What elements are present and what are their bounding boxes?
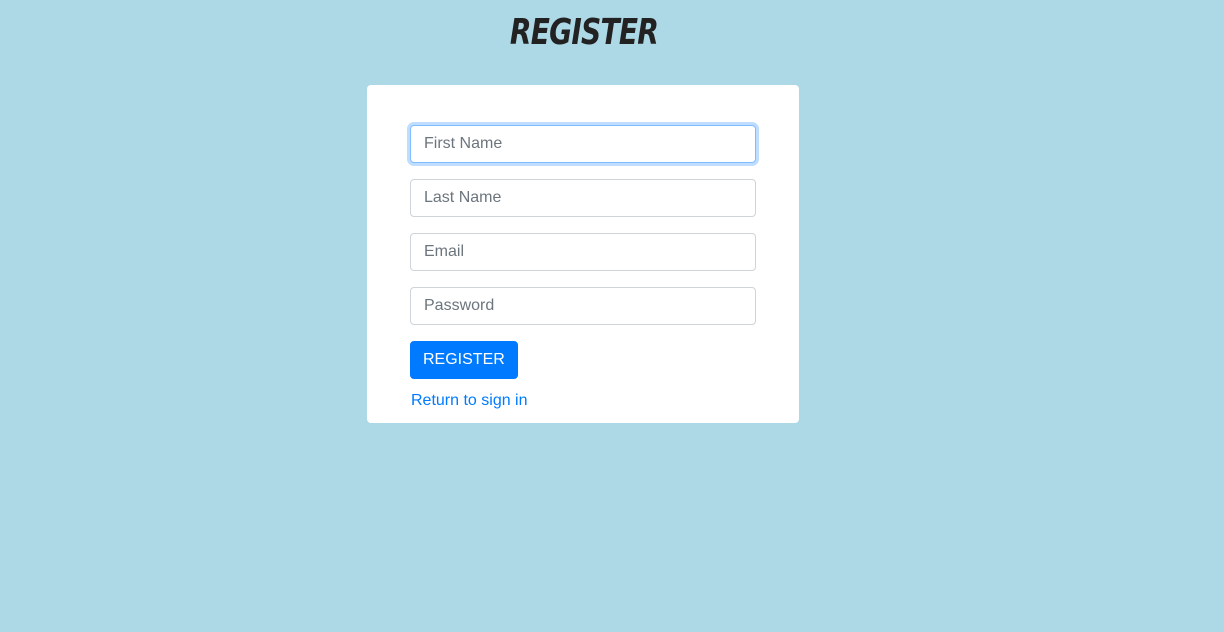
first-name-input[interactable] (410, 125, 756, 163)
register-page: REGISTER REGISTER Return to sign in (0, 0, 1224, 632)
password-input[interactable] (410, 287, 756, 325)
last-name-input[interactable] (410, 179, 756, 217)
register-button[interactable]: REGISTER (410, 341, 518, 379)
page-title: REGISTER (509, 12, 659, 53)
return-to-sign-in-link[interactable]: Return to sign in (411, 392, 528, 410)
email-input[interactable] (410, 233, 756, 271)
register-card: REGISTER Return to sign in (367, 85, 799, 423)
